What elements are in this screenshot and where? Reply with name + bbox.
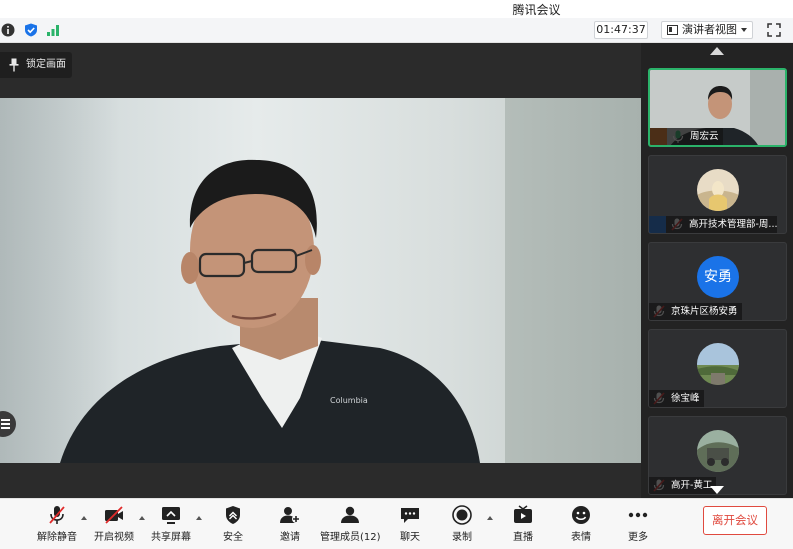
more-dots-icon [628, 512, 648, 518]
security-button[interactable]: 安全 [216, 505, 250, 543]
lock-view-label: 锁定画面 [26, 59, 66, 70]
manage-members-label: 管理成员(12) [320, 532, 381, 543]
participant-name: 高开-黄工 [649, 477, 717, 494]
audio-options-chevron-icon[interactable] [81, 516, 87, 520]
chevron-down-icon [741, 28, 747, 32]
start-video-label: 开启视频 [94, 532, 134, 543]
live-tv-icon [514, 505, 532, 523]
share-screen-label: 共享屏幕 [151, 532, 191, 543]
participant-gallery: 周宏云 高开技术管理部-周... 安勇 京珠片区杨安勇 徐宝峰 高开-黄工 [641, 43, 793, 498]
add-person-icon [280, 507, 300, 523]
chat-bubble-icon [401, 508, 419, 523]
speaker-figure [60, 159, 480, 463]
reactions-button[interactable]: 表情 [566, 505, 596, 543]
live-label: 直播 [513, 532, 533, 543]
lock-view-button[interactable]: 锁定画面 [0, 52, 72, 78]
record-button[interactable]: 录制 [447, 505, 477, 543]
more-label: 更多 [628, 532, 648, 543]
leave-meeting-button[interactable]: 离开会议 [703, 506, 767, 535]
menu-line [1, 427, 10, 429]
speaker-video: Columbia [0, 98, 641, 463]
scroll-up-icon[interactable] [710, 47, 724, 55]
view-mode-label: 演讲者视图 [682, 23, 737, 36]
share-options-chevron-icon[interactable] [196, 516, 202, 520]
camera-off-icon [105, 506, 123, 524]
window-title: 腾讯会议 [512, 3, 561, 17]
signal-icon[interactable] [46, 23, 60, 37]
live-button[interactable]: 直播 [508, 505, 538, 543]
participant-tile[interactable]: 徐宝峰 [648, 329, 787, 408]
participant-avatar [697, 169, 739, 211]
meeting-toolbar: 解除静音 开启视频 共享屏幕 安全 邀请 管理成员(12) 聊天 录制 直播 表… [0, 498, 793, 549]
reactions-label: 表情 [571, 532, 591, 543]
tencent-meeting-window: 腾讯会议 01:47:37 演讲者视图 锁定画面 Columbia 周宏云 高开… [0, 0, 793, 549]
unmute-label: 解除静音 [37, 532, 77, 543]
info-icon[interactable] [1, 23, 15, 37]
manage-members-button[interactable]: 管理成员(12) [320, 505, 381, 543]
participant-tile[interactable]: 安勇 京珠片区杨安勇 [648, 242, 787, 321]
participant-avatar: 安勇 [697, 256, 739, 298]
participant-tile[interactable]: 高开技术管理部-周... [648, 155, 787, 234]
members-icon [341, 506, 359, 523]
meeting-timer: 01:47:37 [594, 21, 648, 39]
participant-tile[interactable]: 周宏云 [648, 68, 787, 147]
invite-button[interactable]: 邀请 [272, 505, 308, 543]
start-video-button[interactable]: 开启视频 [93, 505, 135, 543]
participant-avatar [697, 430, 739, 472]
share-screen-button[interactable]: 共享屏幕 [150, 505, 192, 543]
status-bar: 01:47:37 演讲者视图 [0, 18, 793, 43]
security-shield-icon [226, 506, 240, 524]
menu-line [1, 423, 10, 425]
title-bar: 腾讯会议 [0, 0, 793, 18]
chat-button[interactable]: 聊天 [395, 505, 425, 543]
fullscreen-icon[interactable] [767, 23, 781, 37]
security-label: 安全 [223, 532, 243, 543]
smiley-icon [572, 506, 590, 524]
participant-avatar [697, 343, 739, 385]
menu-line [1, 419, 10, 421]
mic-muted-icon [49, 506, 65, 524]
pin-icon [9, 58, 19, 72]
view-mode-dropdown[interactable]: 演讲者视图 [661, 21, 753, 39]
jacket-logo: Columbia [330, 396, 368, 405]
chat-label: 聊天 [400, 532, 420, 543]
share-screen-icon [162, 507, 180, 524]
participant-name: 徐宝峰 [649, 390, 704, 407]
record-options-chevron-icon[interactable] [487, 516, 493, 520]
speaker-view-icon [667, 25, 678, 35]
participant-name: 高开技术管理部-周... [649, 216, 777, 233]
unmute-button[interactable]: 解除静音 [36, 505, 78, 543]
scroll-down-icon[interactable] [710, 486, 724, 494]
shield-icon[interactable] [24, 23, 38, 37]
more-button[interactable]: 更多 [623, 505, 653, 543]
main-video-stage: 锁定画面 Columbia [0, 43, 641, 498]
video-options-chevron-icon[interactable] [139, 516, 145, 520]
participant-name: 周宏云 [650, 128, 723, 145]
record-icon [452, 505, 472, 525]
record-label: 录制 [452, 532, 472, 543]
participant-tile[interactable]: 高开-黄工 [648, 416, 787, 495]
invite-label: 邀请 [280, 532, 300, 543]
participant-name: 京珠片区杨安勇 [649, 303, 742, 320]
